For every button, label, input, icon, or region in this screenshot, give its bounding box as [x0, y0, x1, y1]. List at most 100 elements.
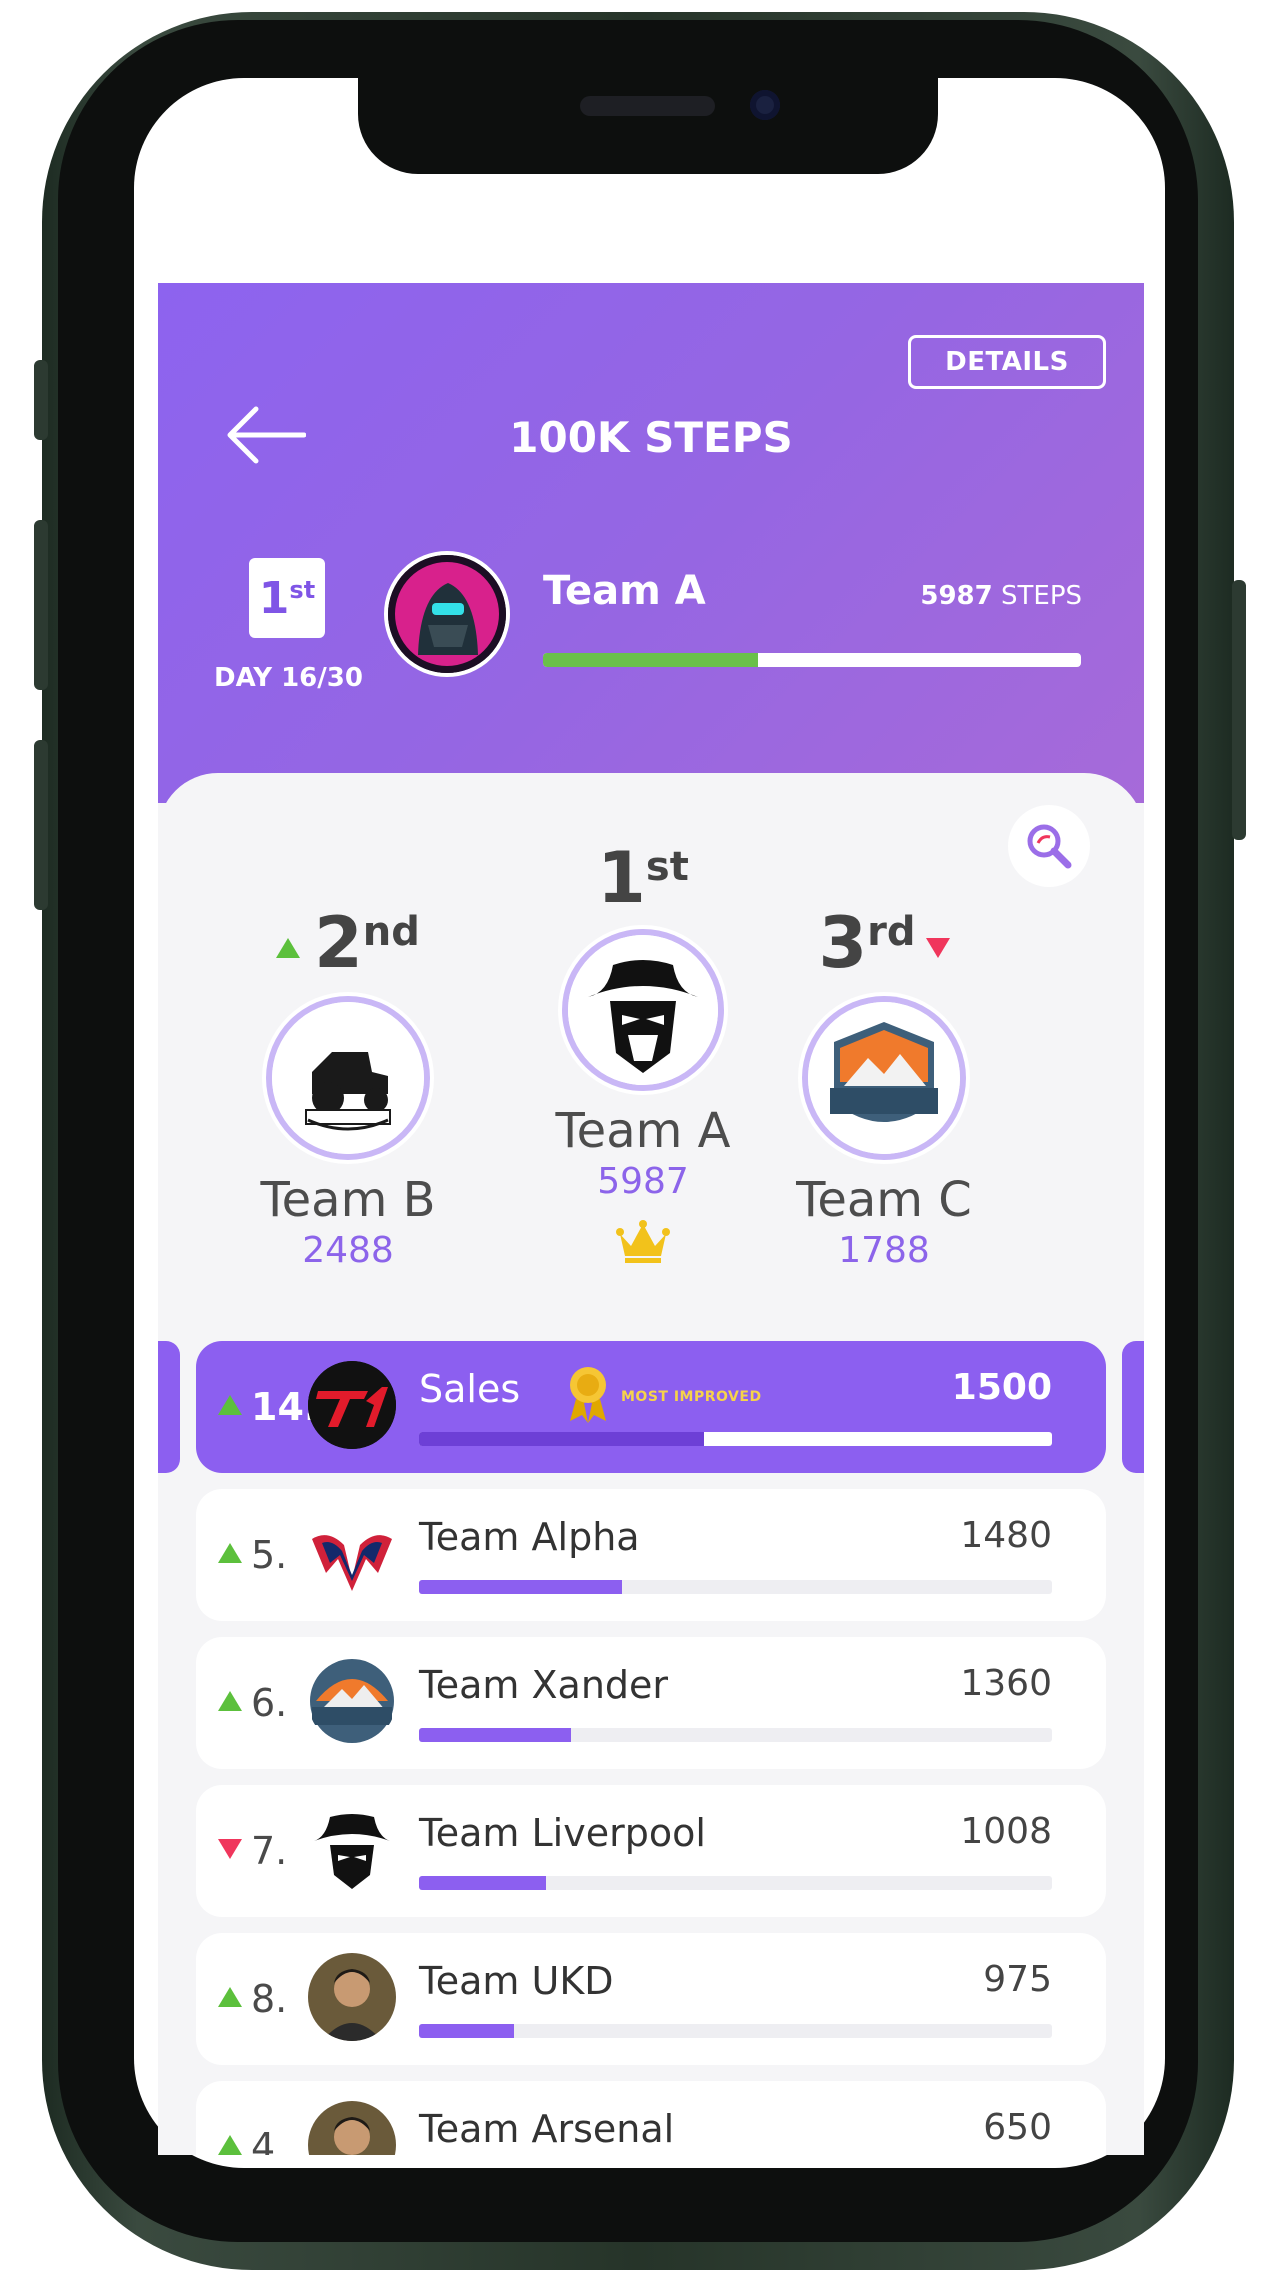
one-team-logo-icon — [310, 1659, 394, 1743]
first-team-name: Team A — [555, 1103, 731, 1159]
next-page-tab[interactable] — [1122, 1341, 1144, 1473]
second-rank-number: 2 — [314, 902, 363, 984]
podium: 2nd Team B 2488 1st Team A 5987 3rd Team… — [158, 773, 1144, 1333]
volume-down-button — [34, 740, 48, 910]
t1-logo-icon — [308, 1361, 396, 1449]
list-item-name: Sales — [419, 1367, 521, 1411]
details-button[interactable]: DETAILS — [908, 335, 1106, 389]
day-counter: DAY 16/30 — [214, 663, 363, 693]
podium-first[interactable]: 1st Team A 5987 — [528, 843, 758, 1268]
list-item-logo — [308, 2101, 396, 2155]
list-item-progress — [419, 1432, 1052, 1446]
robot-avatar-icon — [388, 555, 506, 673]
first-rank: 1st — [528, 843, 758, 913]
person-photo-icon — [308, 2101, 396, 2155]
list-item-position: 8. — [251, 1977, 288, 2021]
third-team-score: 1788 — [838, 1230, 930, 1271]
podium-third[interactable]: 3rd Team C 1788 — [784, 908, 984, 1271]
my-team-steps: 5987 STEPS — [920, 581, 1082, 611]
list-item-name: Team Arsenal — [419, 2107, 675, 2151]
second-team-name: Team B — [260, 1172, 436, 1228]
search-button[interactable] — [1008, 805, 1090, 887]
list-item[interactable]: 4. Team Arsenal 650 — [196, 2081, 1106, 2155]
list-item-name: Team Xander — [419, 1663, 669, 1707]
list-item-position: 4. — [251, 2125, 288, 2155]
third-rank: 3rd — [784, 908, 984, 978]
notch — [358, 78, 938, 174]
list-item-position: 6. — [251, 1681, 288, 1725]
list-item-score: 1360 — [960, 1663, 1052, 1704]
crown-icon — [616, 1220, 670, 1263]
list-item-logo — [308, 1509, 396, 1597]
trend-up-icon — [218, 1543, 242, 1563]
team-avatar[interactable] — [384, 551, 510, 677]
first-team-score: 5987 — [597, 1161, 689, 1202]
prev-page-tab[interactable] — [158, 1341, 180, 1473]
team-b-avatar — [272, 1002, 424, 1154]
list-item[interactable]: 8. Team UKD 975 — [196, 1933, 1106, 2065]
list-item-progress — [419, 1728, 1052, 1742]
list-item[interactable]: 7. Team Liverpool 1008 — [196, 1785, 1106, 1917]
my-team-name: Team A — [543, 568, 706, 614]
list-item-position: 7. — [251, 1829, 288, 1873]
list-item-progress-fill — [419, 1432, 704, 1446]
list-item-score: 650 — [983, 2107, 1052, 2148]
list-item-name: Team Liverpool — [419, 1811, 706, 1855]
list-item-progress — [419, 1876, 1052, 1890]
second-rank: 2nd — [248, 908, 448, 978]
trend-down-icon — [925, 937, 950, 958]
list-item-position: 5. — [251, 1533, 288, 1577]
third-team-name: Team C — [796, 1172, 972, 1228]
volume-up-button — [34, 520, 48, 690]
list-item-score: 1500 — [951, 1367, 1052, 1408]
list-item-logo — [308, 1805, 396, 1893]
team-c-avatar — [808, 1002, 960, 1154]
list-item-progress-fill — [419, 1728, 571, 1742]
team-a-avatar — [568, 935, 718, 1085]
third-rank-suffix: rd — [867, 909, 916, 955]
list-item-name: Team Alpha — [419, 1515, 640, 1559]
third-rank-number: 3 — [818, 902, 868, 984]
list-item-progress-fill — [419, 2024, 514, 2038]
trend-up-icon — [218, 1691, 242, 1711]
power-button — [1232, 580, 1246, 840]
eagle-logo-icon — [312, 1535, 392, 1591]
one-team-logo-icon — [808, 1002, 960, 1154]
list-item-progress — [419, 1580, 1052, 1594]
tractor-logo-icon — [272, 1002, 424, 1154]
trend-up-icon — [276, 937, 301, 958]
second-team-score: 2488 — [302, 1230, 394, 1271]
my-rank-badge: 1st — [249, 558, 325, 638]
person-photo-icon — [308, 1953, 396, 2041]
my-steps-value: 5987 — [920, 581, 993, 611]
list-item-progress-fill — [419, 1580, 622, 1594]
list-item-score: 975 — [983, 1959, 1052, 2000]
list-item[interactable]: 14. Sales MOST IMPROVED 1500 — [196, 1341, 1106, 1473]
list-item[interactable]: 5. Team Alpha 1480 — [196, 1489, 1106, 1621]
list-item-progress — [419, 2024, 1052, 2038]
list-item[interactable]: 6. Team Xander 1360 — [196, 1637, 1106, 1769]
first-rank-number: 1 — [597, 837, 646, 919]
list-item-logo — [308, 1657, 396, 1745]
most-improved-badge: MOST IMPROVED — [621, 1389, 762, 1405]
cowboy-logo-icon — [568, 935, 718, 1085]
my-steps-unit: STEPS — [1001, 581, 1082, 611]
page-title: 100K STEPS — [509, 413, 793, 462]
trend-down-icon — [218, 1839, 242, 1859]
medal-icon — [570, 1367, 606, 1423]
podium-second[interactable]: 2nd Team B 2488 — [248, 908, 448, 1271]
trend-up-icon — [218, 1987, 242, 2007]
leaderboard-screen: DETAILS 100K STEPS 1st DAY 16/30 Team A … — [158, 283, 1144, 2155]
my-progress-fill — [543, 653, 759, 667]
mute-switch — [34, 360, 48, 440]
my-progress-bar — [543, 653, 1081, 667]
trend-up-icon — [218, 2135, 242, 2155]
trend-up-icon — [218, 1395, 242, 1415]
my-rank-suffix: st — [289, 576, 316, 604]
speaker-grille — [580, 96, 715, 116]
challenge-header: DETAILS 100K STEPS 1st DAY 16/30 Team A … — [158, 283, 1144, 803]
first-rank-suffix: st — [645, 844, 689, 890]
second-rank-suffix: nd — [362, 909, 420, 955]
list-item-name: Team UKD — [419, 1959, 614, 2003]
cowboy-logo-icon — [308, 1805, 396, 1893]
